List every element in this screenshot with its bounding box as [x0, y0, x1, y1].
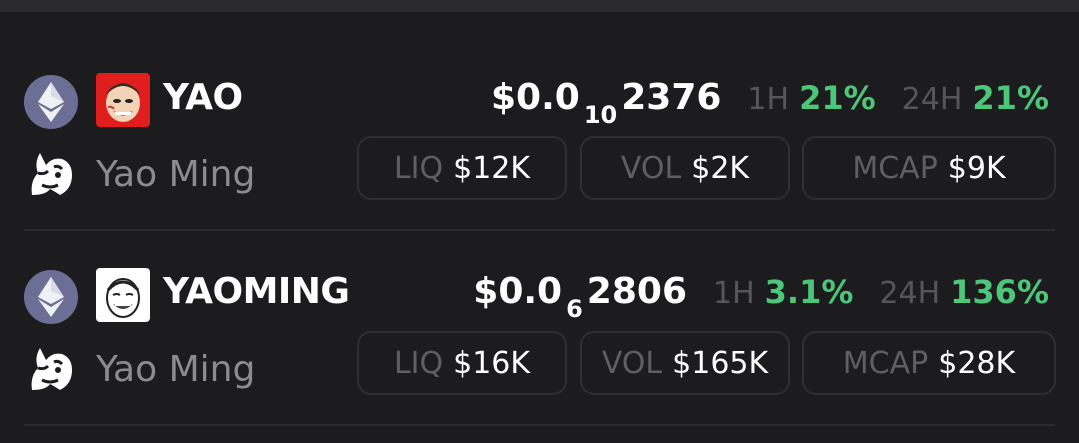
mcap-value: $9K	[947, 150, 1006, 186]
change-1h-label: 1H	[747, 82, 790, 117]
price-zero-count: 6	[566, 295, 583, 323]
ethereum-icon	[24, 75, 78, 129]
uniswap-unicorn-icon	[24, 145, 78, 199]
liquidity-pill: LIQ $16K	[357, 331, 567, 395]
row-divider	[24, 229, 1055, 231]
change-24h-label: 24H	[901, 82, 963, 117]
row-divider	[24, 424, 1055, 426]
price-prefix: $0.0	[490, 77, 580, 118]
liq-value: $16K	[453, 345, 531, 381]
volume-pill: VOL $165K	[580, 331, 790, 395]
token-row[interactable]: YAO $0.0 10 2376 1H 21% 24H 21% Yao Ming…	[0, 60, 1079, 256]
liq-label: LIQ	[393, 150, 444, 186]
liq-label: LIQ	[393, 345, 444, 381]
change-24h-value: 136%	[950, 273, 1049, 311]
token-row[interactable]: YAOMING $0.0 6 2806 1H 3.1% 24H 136% Yao…	[0, 256, 1079, 443]
change-24h-value: 21%	[972, 79, 1049, 117]
vol-label: VOL	[620, 150, 682, 186]
change-24h-label: 24H	[879, 276, 941, 311]
uniswap-unicorn-icon	[24, 340, 78, 394]
mcap-label: MCAP	[842, 345, 929, 381]
vol-value: $165K	[672, 345, 769, 381]
liq-value: $12K	[453, 150, 531, 186]
price-prefix: $0.0	[473, 271, 563, 312]
token-symbol: YAOMING	[163, 271, 350, 312]
token-symbol: YAO	[163, 77, 243, 118]
token-image	[96, 73, 150, 127]
change-1h-value: 21%	[799, 79, 876, 117]
change-1h-label: 1H	[713, 276, 755, 311]
top-bar	[0, 0, 1079, 12]
token-image	[96, 268, 150, 322]
mcap-pill: MCAP $9K	[802, 136, 1056, 200]
token-name: Yao Ming	[96, 154, 256, 195]
mcap-pill: MCAP $28K	[802, 331, 1056, 395]
volume-pill: VOL $2K	[580, 136, 790, 200]
token-price: $0.0 10 2376	[490, 77, 722, 128]
price-zero-count: 10	[583, 101, 618, 129]
price-digits: 2376	[621, 77, 722, 118]
price-group: $0.0 6 2806 1H 3.1% 24H 136%	[473, 271, 1049, 322]
mcap-value: $28K	[938, 345, 1016, 381]
price-group: $0.0 10 2376 1H 21% 24H 21%	[490, 77, 1049, 128]
vol-label: VOL	[601, 345, 663, 381]
change-1h-value: 3.1%	[764, 273, 854, 311]
liquidity-pill: LIQ $12K	[357, 136, 567, 200]
price-digits: 2806	[586, 271, 687, 312]
ethereum-icon	[24, 270, 78, 324]
mcap-label: MCAP	[852, 150, 938, 186]
token-price: $0.0 6 2806	[473, 271, 687, 322]
vol-value: $2K	[691, 150, 750, 186]
token-name: Yao Ming	[96, 349, 256, 390]
